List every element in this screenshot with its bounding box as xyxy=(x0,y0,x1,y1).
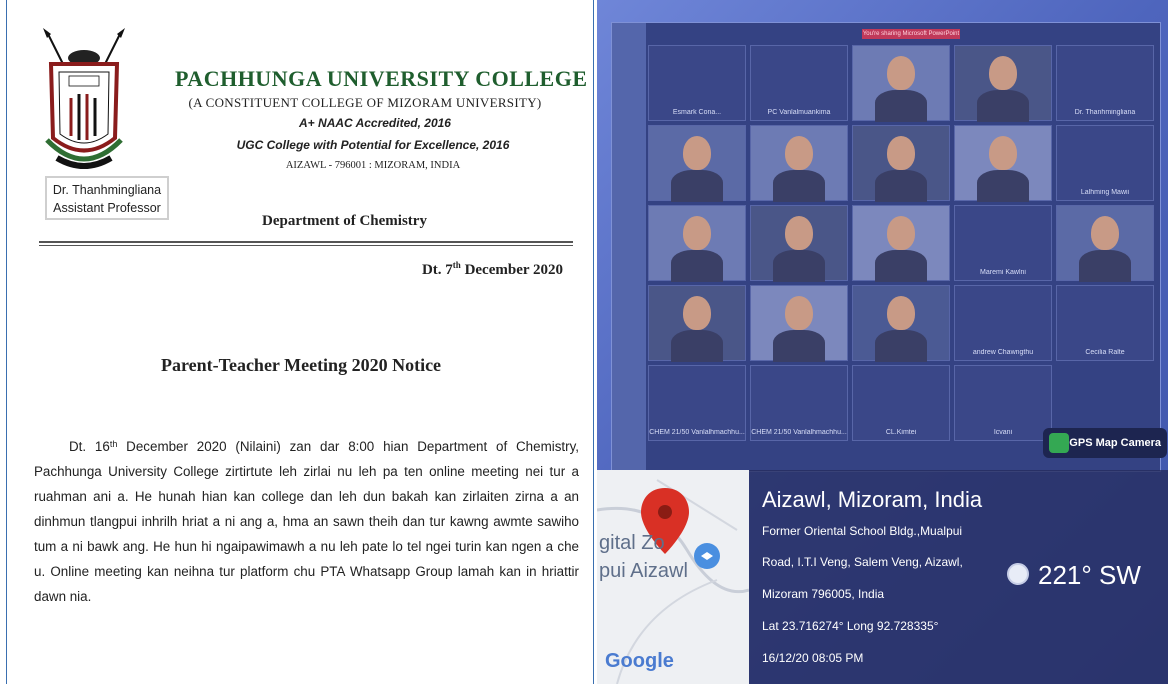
participant-video xyxy=(989,136,1017,170)
participant-name: andrew Chawngthu xyxy=(972,349,1034,356)
slide-panel xyxy=(612,23,646,471)
participant-tile: Lalhming Mawii xyxy=(1056,125,1154,201)
participant-tile xyxy=(750,285,848,362)
participant-tile: Dr. Thanhmingliana xyxy=(1056,45,1154,121)
participant-tile xyxy=(648,285,746,362)
participant-video xyxy=(887,296,915,330)
participant-tile: CL.Kimtei xyxy=(852,365,950,441)
participant-video xyxy=(989,56,1017,90)
map-label: pui Aizawl xyxy=(599,560,688,582)
location-title: Aizawl, Mizoram, India xyxy=(762,487,983,512)
participant-tile: Maremi Kawlni xyxy=(954,205,1052,281)
participant-video xyxy=(887,136,915,170)
college-affiliation: (A CONSTITUENT COLLEGE OF MIZORAM UNIVER… xyxy=(188,95,542,110)
participant-video xyxy=(785,296,813,330)
address-line: Mizoram 796005, India xyxy=(762,587,885,601)
participant-video-body xyxy=(671,170,723,202)
google-logo: Google xyxy=(605,650,674,672)
participant-name: CL.Kimtei xyxy=(885,429,917,436)
naac-accreditation: A+ NAAC Accredited, 2016 xyxy=(299,116,451,130)
participant-tile xyxy=(954,45,1052,122)
timestamp: 16/12/20 08:05 PM xyxy=(762,651,864,665)
participant-tile: Icvani xyxy=(954,365,1052,441)
participant-video xyxy=(887,56,915,90)
signatory-name: Dr. Thanhmingliana xyxy=(52,183,162,197)
participant-video xyxy=(785,216,813,250)
participant-video xyxy=(683,136,711,170)
participant-tile: PC Vanlalmuankima xyxy=(750,45,848,121)
participant-name: Maremi Kawlni xyxy=(980,269,1026,276)
participant-name: Lalhming Mawii xyxy=(1080,189,1130,196)
participant-video-body xyxy=(671,250,723,282)
participant-tile xyxy=(1056,205,1154,282)
participant-tile xyxy=(954,125,1052,202)
participant-tile xyxy=(852,285,950,362)
address-line: Former Oriental School Bldg.,Mualpui xyxy=(762,524,963,538)
signatory-box: Dr. Thanhmingliana Assistant Professor xyxy=(45,176,169,220)
participant-name: Esmark Cona... xyxy=(672,109,722,116)
compass-heading: 221° SW xyxy=(1038,560,1141,590)
participant-tile xyxy=(852,125,950,202)
sharing-banner: You're sharing Microsoft PowerPoint xyxy=(862,29,960,39)
participant-video xyxy=(785,136,813,170)
gps-map-camera-badge: GPS Map Camera xyxy=(1043,428,1167,458)
participant-tile: Esmark Cona... xyxy=(648,45,746,121)
participant-tile xyxy=(852,45,950,122)
participant-name: Dr. Thanhmingliana xyxy=(1074,109,1136,116)
participant-video-body xyxy=(977,170,1029,202)
participant-tile xyxy=(750,125,848,202)
participant-tile: CHEM 21/50 Vanlalhmachhu... xyxy=(648,365,746,441)
participant-name: CHEM 21/50 Vanlalhmachhu... xyxy=(751,429,847,436)
participant-video xyxy=(1091,216,1119,250)
header-divider xyxy=(39,241,573,243)
ugc-status: UGC College with Potential for Excellenc… xyxy=(236,138,510,152)
college-address: AIZAWL - 796001 : MIZORAM, INDIA xyxy=(285,160,461,171)
participant-tile xyxy=(648,125,746,202)
participant-video-body xyxy=(875,330,927,362)
meeting-photo: You're sharing Microsoft PowerPoint Esma… xyxy=(597,0,1168,684)
participant-video-body xyxy=(977,90,1029,122)
participant-video-body xyxy=(875,170,927,202)
participant-video-body xyxy=(1079,250,1131,282)
participant-video-body xyxy=(773,170,825,202)
college-crest-logo xyxy=(43,28,125,169)
gps-camera-icon xyxy=(1049,433,1069,453)
participant-video-body xyxy=(875,250,927,282)
participant-tile: andrew Chawngthu xyxy=(954,285,1052,361)
coordinates: Lat 23.716274° Long 92.728335° xyxy=(762,619,939,633)
participant-tile xyxy=(648,205,746,282)
compass-icon xyxy=(1007,563,1029,585)
header-divider-thin xyxy=(39,245,573,246)
participant-video-body xyxy=(773,330,825,362)
notice-document: PACHHUNGA UNIVERSITY COLLEGE (A CONSTITU… xyxy=(6,0,594,684)
participant-name: PC Vanlalmuankima xyxy=(767,109,831,116)
address-line: Road, I.T.I Veng, Salem Veng, Aizawl, xyxy=(762,555,963,569)
participant-video xyxy=(683,216,711,250)
notice-date: Dt. 7th December 2020 xyxy=(421,260,563,278)
participant-tile xyxy=(750,205,848,282)
map-label: gital Zo xyxy=(599,532,665,554)
notice-title: Parent-Teacher Meeting 2020 Notice xyxy=(160,355,442,375)
department-name: Department of Chemistry xyxy=(262,213,427,229)
participant-tile xyxy=(852,205,950,282)
participant-video xyxy=(683,296,711,330)
participant-video-body xyxy=(875,90,927,122)
participant-tile: Cecilia Ralte xyxy=(1056,285,1154,361)
participant-name: Icvani xyxy=(993,429,1013,436)
college-name: PACHHUNGA UNIVERSITY COLLEGE xyxy=(175,66,588,91)
map-thumbnail: gital Zo pui Aizawl Google xyxy=(597,470,749,684)
video-call-screen: You're sharing Microsoft PowerPoint Esma… xyxy=(611,22,1161,472)
participant-video-body xyxy=(671,330,723,362)
participant-name: CHEM 21/50 Vanlalhmachhu... xyxy=(649,429,745,436)
participant-video-body xyxy=(773,250,825,282)
participant-name: Cecilia Ralte xyxy=(1085,349,1125,356)
notice-body: Dt. 16th December 2020 (Nilaini) zan dar… xyxy=(34,439,579,604)
participant-video xyxy=(887,216,915,250)
signatory-title: Assistant Professor xyxy=(53,201,161,215)
participant-tile: CHEM 21/50 Vanlalhmachhu... xyxy=(750,365,848,441)
